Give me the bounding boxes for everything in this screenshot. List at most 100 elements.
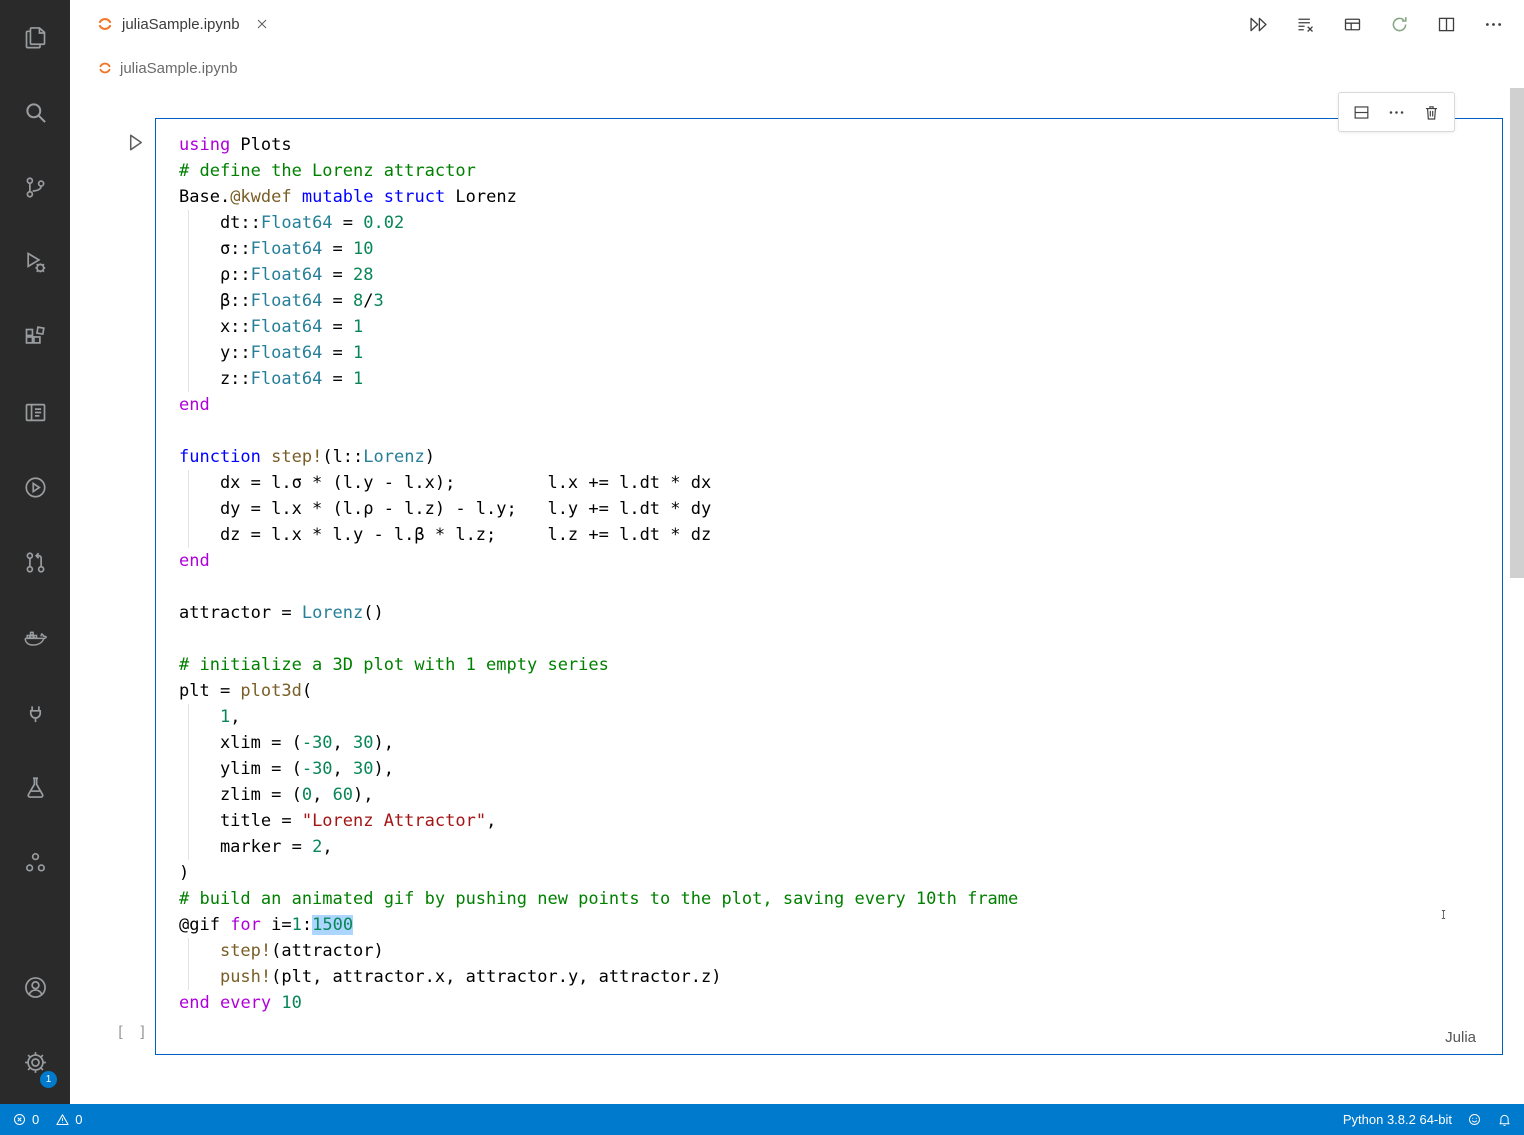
cell-language-picker[interactable]: Julia — [1445, 1029, 1476, 1046]
code-line: zlim = (0, 60), — [179, 782, 1494, 808]
docker-icon — [22, 624, 49, 651]
delete-button[interactable] — [1422, 103, 1441, 122]
code-line: ) — [179, 863, 190, 883]
search-icon — [22, 99, 49, 126]
bell-icon[interactable] — [1497, 1112, 1512, 1127]
mouse-cursor-ibeam — [1437, 904, 1450, 925]
more-actions-button[interactable] — [1483, 14, 1504, 35]
activity-bar-item-remote[interactable] — [0, 675, 70, 750]
cell-toolbar — [1338, 92, 1455, 132]
run-debug-icon — [22, 249, 49, 276]
activity-bar-item-run-debug[interactable] — [0, 225, 70, 300]
problems-indicator[interactable]: 0 0 — [12, 1112, 82, 1127]
error-count: 0 — [32, 1112, 40, 1127]
code-line: xlim = (-30, 30), — [179, 730, 1494, 756]
activity-bar-item-extensions[interactable] — [0, 300, 70, 375]
code-line: plt = plot3d( — [179, 681, 313, 701]
account-icon — [22, 974, 49, 1001]
code-line: ρ::Float64 = 28 — [179, 262, 1494, 288]
activity-bar-item-notebook[interactable] — [0, 375, 70, 450]
restart-icon — [1389, 14, 1410, 35]
code-line: ylim = (-30, 30), — [179, 756, 1494, 782]
breadcrumb-file: juliaSample.ipynb — [120, 59, 238, 77]
jupyter-icon — [97, 60, 113, 76]
jupyter-icon — [96, 15, 114, 33]
restart-button[interactable] — [1389, 14, 1410, 35]
pull-request-icon — [22, 549, 49, 576]
activity-bar-item-source-control[interactable] — [0, 150, 70, 225]
editor-scrollbar[interactable] — [1510, 88, 1524, 578]
code-line: end every 10 — [179, 993, 302, 1013]
run-circle-icon — [22, 474, 49, 501]
code-line: @gif for i=1:1500 — [179, 915, 354, 935]
split-editor-icon — [1436, 14, 1457, 35]
source-control-icon — [22, 174, 49, 201]
split-cell-button[interactable] — [1352, 103, 1371, 122]
error-icon — [12, 1112, 27, 1127]
breadcrumb[interactable]: juliaSample.ipynb — [70, 48, 1524, 88]
more-actions-icon — [1483, 14, 1504, 35]
test-flask-icon — [22, 774, 49, 801]
more-actions-icon — [1387, 103, 1406, 122]
code-line: z::Float64 = 1 — [179, 366, 1494, 392]
code-line: # define the Lorenz attractor — [179, 161, 476, 181]
editor-toolbar — [1248, 14, 1524, 35]
activity-bar-item-search[interactable] — [0, 75, 70, 150]
cell-code-editor[interactable]: using Plots # define the Lorenz attractor… — [156, 119, 1502, 1054]
code-line: push!(plt, attractor.x, attractor.y, att… — [179, 964, 1494, 990]
variables-icon — [1342, 14, 1363, 35]
run-all-icon — [1248, 14, 1269, 35]
execution-count: [ ] — [116, 1023, 150, 1041]
code-line: y::Float64 = 1 — [179, 340, 1494, 366]
code-line: dx = l.σ * (l.y - l.x); l.x += l.dt * dx — [179, 470, 1494, 496]
activity-bar-item-settings[interactable]: 1 — [0, 1025, 70, 1100]
activity-bar-item-organization[interactable] — [0, 825, 70, 900]
settings-badge: 1 — [40, 1071, 57, 1088]
run-cell-button[interactable] — [124, 131, 147, 154]
activity-bar-item-run-circle[interactable] — [0, 450, 70, 525]
extensions-icon — [22, 324, 49, 351]
notebook-editor: [ ] using Plots # define the Lorenz attra… — [70, 88, 1524, 1104]
code-line: end — [179, 395, 210, 415]
delete-icon — [1422, 103, 1441, 122]
code-line: title = "Lorenz Attractor", — [179, 808, 1494, 834]
tab-title: juliaSample.ipynb — [122, 15, 240, 33]
close-icon[interactable] — [254, 16, 270, 32]
code-line: dt::Float64 = 0.02 — [179, 210, 1494, 236]
activity-bar-item-account[interactable] — [0, 950, 70, 1025]
explorer-icon — [22, 24, 49, 51]
code-line: Base.@kwdef mutable struct Lorenz — [179, 187, 517, 207]
clear-outputs-button[interactable] — [1295, 14, 1316, 35]
code-line: dy = l.x * (l.ρ - l.z) - l.y; l.y += l.d… — [179, 496, 1494, 522]
code-line: x::Float64 = 1 — [179, 314, 1494, 340]
more-actions-button[interactable] — [1387, 103, 1406, 122]
organization-icon — [22, 849, 49, 876]
activity-bar-item-explorer[interactable] — [0, 0, 70, 75]
code-line: function step!(l::Lorenz) — [179, 447, 435, 467]
warning-count: 0 — [75, 1112, 83, 1127]
code-line: # build an animated gif by pushing new p… — [179, 889, 1019, 909]
code-line: # initialize a 3D plot with 1 empty seri… — [179, 655, 609, 675]
activity-bar-item-pull-request[interactable] — [0, 525, 70, 600]
activity-bar-item-test-flask[interactable] — [0, 750, 70, 825]
tab-juliasample[interactable]: juliaSample.ipynb — [70, 0, 284, 48]
code-line: dz = l.x * l.y - l.β * l.z; l.z += l.dt … — [179, 522, 1494, 548]
code-line: σ::Float64 = 10 — [179, 236, 1494, 262]
notebook-cell[interactable]: using Plots # define the Lorenz attractor… — [155, 118, 1503, 1055]
warning-icon — [55, 1112, 70, 1127]
python-interpreter[interactable]: Python 3.8.2 64-bit — [1343, 1112, 1452, 1127]
activity-bar-item-docker[interactable] — [0, 600, 70, 675]
remote-icon — [22, 699, 49, 726]
code-line: attractor = Lorenz() — [179, 603, 384, 623]
variables-button[interactable] — [1342, 14, 1363, 35]
notebook-icon — [22, 399, 49, 426]
status-bar: 0 0 Python 3.8.2 64-bit — [0, 1104, 1524, 1135]
split-editor-button[interactable] — [1436, 14, 1457, 35]
feedback-icon[interactable] — [1467, 1112, 1482, 1127]
run-all-button[interactable] — [1248, 14, 1269, 35]
code-line: marker = 2, — [179, 834, 1494, 860]
code-line: β::Float64 = 8/3 — [179, 288, 1494, 314]
